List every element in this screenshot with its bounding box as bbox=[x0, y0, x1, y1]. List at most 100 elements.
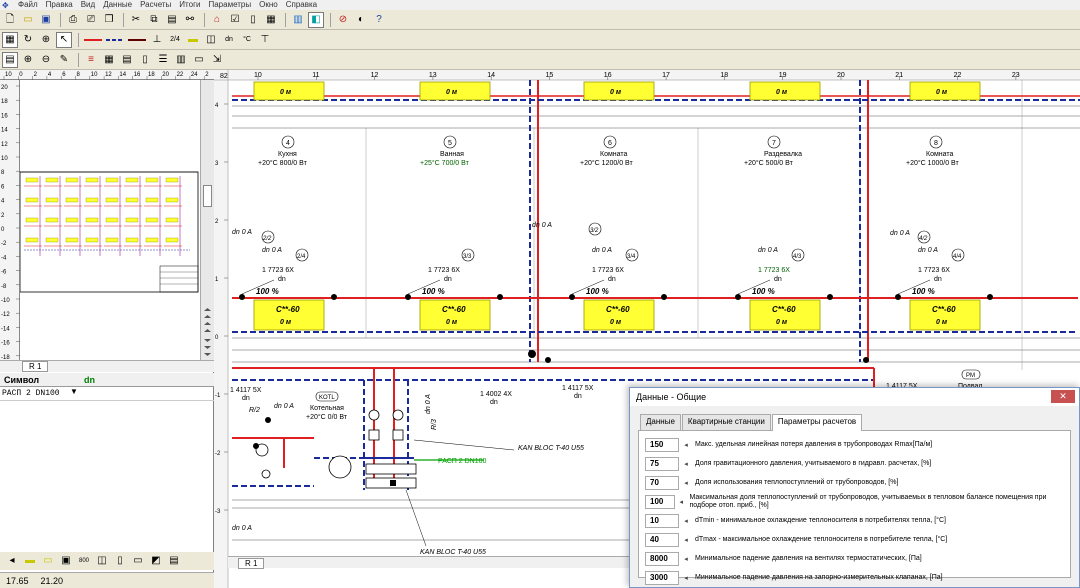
sheet-tab-r1[interactable]: R 1 bbox=[22, 361, 49, 372]
dn-icon[interactable]: dn bbox=[221, 32, 237, 48]
menu-file[interactable]: Файл bbox=[14, 0, 42, 10]
radiator-icon[interactable]: ▬ bbox=[185, 32, 201, 48]
sym6-icon[interactable]: ▯ bbox=[112, 553, 128, 569]
menu-results[interactable]: Итоги bbox=[175, 0, 204, 10]
param-value-input[interactable]: 3000 bbox=[645, 570, 679, 585]
mirror-icon[interactable]: ◧ bbox=[308, 11, 324, 28]
menu-edit[interactable]: Правка bbox=[42, 0, 77, 10]
doc-icon[interactable]: ▯ bbox=[245, 12, 261, 28]
r3-label: R/3 bbox=[431, 419, 438, 430]
binoculars-icon[interactable]: ⚯ bbox=[182, 12, 198, 28]
building-icon[interactable]: ▥ bbox=[290, 12, 306, 28]
tab-calc-params[interactable]: Параметры расчетов bbox=[771, 414, 863, 431]
zoom-in-icon[interactable]: ⊕ bbox=[20, 52, 36, 68]
symbol-dropdown-icon[interactable]: ▼ bbox=[70, 387, 84, 400]
param-value-input[interactable]: 100 bbox=[645, 494, 675, 509]
ruler-tick-label: 17 bbox=[662, 72, 670, 79]
sym3-icon[interactable]: ▣ bbox=[58, 553, 74, 569]
doc-check-icon[interactable]: ☑ bbox=[227, 12, 243, 28]
help-icon[interactable]: ? bbox=[371, 12, 387, 28]
overview-scrollbar[interactable] bbox=[200, 80, 214, 362]
cut-icon[interactable]: ✂ bbox=[128, 12, 144, 28]
sym8-icon[interactable]: ◩ bbox=[148, 553, 164, 569]
drawing-sheet-tab[interactable]: R 1 bbox=[238, 558, 265, 569]
scroll-thumb[interactable] bbox=[203, 185, 212, 207]
valve-icon[interactable]: ⊥ bbox=[149, 32, 165, 48]
param-value-input[interactable]: 10 bbox=[645, 513, 679, 528]
scroll-arrows[interactable] bbox=[203, 308, 212, 358]
pointer-icon[interactable]: ↖ bbox=[56, 31, 72, 48]
prev-icon[interactable]: ◂ bbox=[4, 553, 20, 569]
menu-help[interactable]: Справка bbox=[282, 0, 321, 10]
pen-icon[interactable]: ✎ bbox=[56, 52, 72, 68]
table-icon[interactable]: ▤ bbox=[119, 52, 135, 68]
calc-icon[interactable]: ▦ bbox=[263, 12, 279, 28]
export-icon[interactable]: ⇲ bbox=[209, 52, 225, 68]
layers-icon[interactable]: ▤ bbox=[2, 51, 18, 68]
menu-window[interactable]: Окно bbox=[255, 0, 282, 10]
grid-icon[interactable]: ▦ bbox=[101, 52, 117, 68]
sym4-icon[interactable]: 800 bbox=[76, 553, 92, 569]
zoom-out-icon[interactable]: ⊖ bbox=[38, 52, 54, 68]
heater-icon[interactable]: ▭ bbox=[40, 553, 56, 569]
dn-label: dn bbox=[934, 276, 942, 283]
open-icon[interactable]: ▭ bbox=[20, 12, 36, 28]
param-picker-icon[interactable]: ◂ bbox=[681, 572, 691, 584]
temp-icon[interactable]: °C bbox=[239, 32, 255, 48]
stop-icon[interactable]: ⊘ bbox=[335, 12, 351, 28]
paste-icon[interactable]: ▤ bbox=[164, 12, 180, 28]
param-picker-icon[interactable]: ◂ bbox=[681, 439, 691, 451]
tab-apartment-stations[interactable]: Квартирные станции bbox=[681, 414, 771, 430]
menu-view[interactable]: Вид bbox=[77, 0, 99, 10]
radiator-percent: 100 % bbox=[752, 287, 775, 296]
preview-icon[interactable]: ⎚ bbox=[83, 12, 99, 28]
list-icon[interactable]: ☰ bbox=[155, 52, 171, 68]
sym9-icon[interactable]: ▤ bbox=[166, 553, 182, 569]
zoom-icon[interactable]: ⊕ bbox=[38, 32, 54, 48]
new-icon[interactable]: 🗋 bbox=[2, 12, 18, 28]
param-value-input[interactable]: 150 bbox=[645, 437, 679, 452]
frame-icon[interactable]: ▭ bbox=[191, 52, 207, 68]
tap-icon[interactable]: ⊤ bbox=[257, 32, 273, 48]
menu-params[interactable]: Параметры bbox=[204, 0, 255, 10]
sym7-icon[interactable]: ▭ bbox=[130, 553, 146, 569]
param-value-input[interactable]: 75 bbox=[645, 456, 679, 471]
copy-doc-icon[interactable]: ❐ bbox=[101, 12, 117, 28]
flag-ru-icon[interactable]: ≡ bbox=[83, 52, 99, 68]
param-picker-icon[interactable]: ◂ bbox=[681, 515, 691, 527]
select-arrow-icon[interactable]: ▦ bbox=[2, 31, 18, 48]
boiler-icon[interactable]: ◫ bbox=[203, 32, 219, 48]
copy-icon[interactable]: ⧉ bbox=[146, 12, 162, 28]
ruler-tick-label: -14 bbox=[1, 326, 10, 332]
sym5-icon[interactable]: ◫ bbox=[94, 553, 110, 569]
symbol-value[interactable]: РАСП 2 DN100 bbox=[0, 387, 70, 400]
param-value-input[interactable]: 8000 bbox=[645, 551, 679, 566]
tab-data[interactable]: Данные bbox=[640, 414, 681, 430]
param-picker-icon[interactable]: ◂ bbox=[681, 553, 691, 565]
column-icon[interactable]: ▥ bbox=[173, 52, 189, 68]
param-picker-icon[interactable]: ◂ bbox=[681, 458, 691, 470]
dim-icon[interactable]: 2/4 bbox=[167, 32, 183, 48]
save-icon[interactable]: ▣ bbox=[38, 12, 54, 28]
pump-2 bbox=[392, 409, 404, 421]
supply-line-icon[interactable] bbox=[83, 32, 103, 48]
radiator-length: 0 м bbox=[280, 319, 292, 326]
sheet-icon[interactable]: ▯ bbox=[137, 52, 153, 68]
return-line-icon[interactable] bbox=[105, 32, 125, 48]
room-number: 4 bbox=[286, 140, 290, 147]
param-picker-icon[interactable]: ◂ bbox=[681, 477, 691, 489]
house-icon[interactable]: ⌂ bbox=[209, 12, 225, 28]
param-picker-icon[interactable]: ◂ bbox=[677, 496, 686, 508]
pipe-line-icon[interactable] bbox=[127, 32, 147, 48]
info-icon[interactable]: ◐ bbox=[353, 12, 369, 28]
overview-canvas[interactable] bbox=[19, 80, 200, 362]
param-value-input[interactable]: 70 bbox=[645, 475, 679, 490]
print-icon[interactable]: ⎙ bbox=[65, 12, 81, 28]
menu-calc[interactable]: Расчеты bbox=[136, 0, 175, 10]
param-value-input[interactable]: 40 bbox=[645, 532, 679, 547]
rotate-icon[interactable]: ↻ bbox=[20, 32, 36, 48]
menu-data[interactable]: Данные bbox=[99, 0, 136, 10]
radiator-sym-icon[interactable]: ▬ bbox=[22, 553, 38, 569]
dialog-close-button[interactable]: ✕ bbox=[1051, 390, 1075, 403]
param-picker-icon[interactable]: ◂ bbox=[681, 534, 691, 546]
